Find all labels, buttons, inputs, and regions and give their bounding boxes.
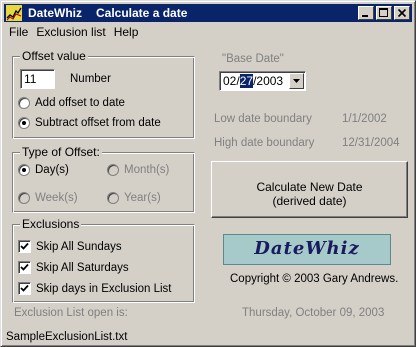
copyright-text: Copyright © 2003 Gary Andrews. bbox=[230, 273, 399, 285]
weeks-radio-dot[interactable] bbox=[18, 192, 30, 204]
calculate-button-label: Calculate New Date bbox=[256, 180, 363, 194]
years-radio[interactable]: Year(s) bbox=[107, 192, 161, 204]
menu-exclusion-list[interactable]: Exclusion list bbox=[32, 25, 109, 39]
exclusions-group: Exclusions Skip All Sundays Skip All Sat… bbox=[12, 217, 195, 303]
datewhiz-logo: DateWhiz bbox=[223, 234, 391, 265]
months-radio-dot[interactable] bbox=[107, 164, 119, 176]
low-boundary-value: 1/1/2002 bbox=[342, 113, 387, 125]
days-label: Day(s) bbox=[35, 164, 69, 176]
days-radio[interactable]: Day(s) bbox=[18, 164, 69, 176]
exclusion-list-open-label: Exclusion List open is: bbox=[14, 307, 128, 319]
skip-exclusion-list-label: Skip days in Exclusion List bbox=[36, 282, 172, 295]
base-date-label: "Base Date" bbox=[222, 53, 284, 65]
type-of-offset-group: Type of Offset: Day(s) Month(s) Week(s) … bbox=[12, 145, 195, 213]
type-of-offset-legend: Type of Offset: bbox=[20, 145, 102, 159]
weeks-radio[interactable]: Week(s) bbox=[18, 192, 78, 204]
menu-help[interactable]: Help bbox=[110, 25, 143, 39]
base-date-year[interactable]: 2003 bbox=[256, 74, 283, 88]
chevron-down-icon bbox=[293, 79, 300, 83]
months-radio[interactable]: Month(s) bbox=[107, 164, 169, 176]
high-boundary-label: High date boundary bbox=[214, 137, 315, 149]
app-window: DateWhiz Calculate a date File Exclusion… bbox=[0, 0, 416, 347]
offset-value-legend: Offset value bbox=[20, 49, 88, 63]
calculate-button-sublabel: (derived date) bbox=[272, 194, 347, 208]
minimize-button[interactable] bbox=[358, 6, 374, 20]
window-title: Calculate a date bbox=[96, 6, 188, 20]
current-date-text: Thursday, October 09, 2003 bbox=[242, 307, 385, 319]
maximize-button[interactable] bbox=[376, 6, 392, 20]
high-boundary-value: 12/31/2004 bbox=[342, 137, 400, 149]
calculate-button[interactable]: Calculate New Date (derived date) bbox=[211, 161, 408, 218]
subtract-offset-radio-dot[interactable] bbox=[18, 117, 30, 129]
title-bar[interactable]: DateWhiz Calculate a date bbox=[4, 4, 412, 22]
exclusion-file-name: SampleExclusionList.txt bbox=[6, 331, 128, 343]
add-offset-radio[interactable]: Add offset to date bbox=[18, 97, 125, 109]
date-dropdown-button[interactable] bbox=[289, 73, 304, 89]
skip-sundays-check[interactable] bbox=[18, 240, 31, 253]
years-label: Year(s) bbox=[124, 192, 161, 204]
skip-saturdays-check[interactable] bbox=[18, 261, 31, 274]
menu-bar: File Exclusion list Help bbox=[5, 23, 142, 41]
years-radio-dot[interactable] bbox=[107, 192, 119, 204]
close-button[interactable] bbox=[394, 6, 410, 20]
base-date-day[interactable]: 27 bbox=[239, 74, 254, 88]
menu-file[interactable]: File bbox=[5, 25, 32, 39]
days-radio-dot[interactable] bbox=[18, 164, 30, 176]
offset-value-group: Offset value 11 Number Add offset to dat… bbox=[12, 49, 195, 139]
subtract-offset-label: Subtract offset from date bbox=[35, 117, 161, 129]
app-icon bbox=[6, 5, 22, 21]
skip-exclusion-list-checkbox[interactable]: Skip days in Exclusion List bbox=[18, 282, 172, 295]
skip-sundays-checkbox[interactable]: Skip All Sundays bbox=[18, 240, 122, 253]
number-label: Number bbox=[70, 73, 111, 85]
base-date-month[interactable]: 02 bbox=[223, 74, 236, 88]
months-label: Month(s) bbox=[124, 164, 170, 176]
app-name: DateWhiz bbox=[28, 6, 82, 20]
skip-saturdays-label: Skip All Saturdays bbox=[36, 261, 129, 274]
skip-saturdays-checkbox[interactable]: Skip All Saturdays bbox=[18, 261, 129, 274]
add-offset-radio-dot[interactable] bbox=[18, 97, 30, 109]
offset-number-input[interactable]: 11 bbox=[20, 69, 55, 89]
skip-exclusion-list-check[interactable] bbox=[18, 282, 31, 295]
subtract-offset-radio[interactable]: Subtract offset from date bbox=[18, 117, 161, 129]
base-date-picker[interactable]: 02/27/2003 bbox=[219, 71, 306, 91]
skip-sundays-label: Skip All Sundays bbox=[36, 240, 122, 253]
low-boundary-label: Low date boundary bbox=[214, 113, 312, 125]
add-offset-label: Add offset to date bbox=[35, 97, 125, 109]
exclusions-legend: Exclusions bbox=[20, 217, 82, 231]
weeks-label: Week(s) bbox=[35, 192, 78, 204]
